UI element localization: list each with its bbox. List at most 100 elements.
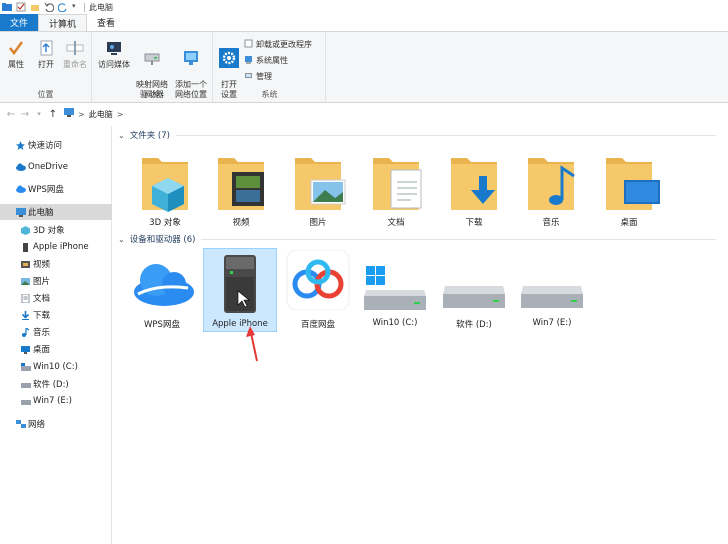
folder-music[interactable]: 音乐	[523, 148, 579, 230]
music-icon	[21, 326, 30, 337]
device-label: WPS网盘	[144, 320, 180, 330]
desktop-folder-icon	[606, 158, 660, 210]
folder-desktop[interactable]: 桌面	[601, 148, 660, 230]
folder-pictures[interactable]: 图片	[290, 148, 346, 230]
nav-item-onedrive[interactable]: OneDrive	[0, 159, 112, 175]
folder-downloads[interactable]: 下载	[446, 148, 502, 230]
nav-label: Win10 (C:)	[33, 362, 78, 372]
folders-header-label: 文件夹 (7)	[129, 131, 170, 141]
new-folder-icon[interactable]	[30, 2, 40, 12]
red-arrow-annotation	[246, 326, 258, 362]
nav-item-this-pc[interactable]: 此电脑	[0, 204, 112, 220]
manage-button[interactable]: 管理	[244, 71, 272, 82]
nav-item-drive-c[interactable]: Win10 (C:)	[0, 359, 112, 375]
devices-header-label: 设备和驱动器 (6)	[129, 235, 196, 245]
nav-label: 下载	[33, 311, 51, 321]
redo-icon[interactable]	[57, 2, 68, 13]
folder-videos[interactable]: 视频	[213, 148, 269, 230]
device-drive-e[interactable]: Win7 (E:)	[515, 262, 589, 332]
uninstall-program-button[interactable]: 卸载或更改程序	[244, 39, 312, 50]
properties-icon[interactable]	[16, 2, 26, 12]
open-button[interactable]: 打开	[34, 38, 58, 70]
devices-section-header[interactable]: ⌄ 设备和驱动器 (6)	[118, 233, 716, 245]
breadcrumb-separator: >	[78, 109, 85, 119]
tab-computer[interactable]: 计算机	[38, 14, 88, 31]
device-label: 软件 (D:)	[456, 320, 492, 330]
nav-item-pictures[interactable]: 图片	[0, 273, 112, 289]
device-baidu-drive[interactable]: 百度网盘	[282, 250, 354, 332]
3d-objects-folder-icon	[142, 158, 188, 212]
system-properties-button[interactable]: 系统属性	[244, 55, 288, 66]
forward-arrow-icon[interactable]: →	[18, 109, 32, 120]
up-arrow-icon[interactable]: ↑	[46, 109, 60, 120]
document-folder-icon	[373, 158, 422, 210]
nav-item-drive-d[interactable]: 软件 (D:)	[0, 376, 112, 392]
drive-icon	[443, 286, 505, 308]
breadcrumb-separator[interactable]: >	[117, 110, 124, 119]
folder-label: 视频	[232, 218, 250, 228]
rename-label: 重命名	[63, 60, 87, 69]
folder-documents[interactable]: 文档	[368, 148, 424, 230]
checkmark-icon	[6, 38, 26, 58]
nav-label: 桌面	[33, 345, 51, 355]
manage-label: 管理	[256, 72, 272, 81]
properties-button[interactable]: 属性	[4, 38, 28, 70]
ribbon-tabs: 文件 计算机 查看	[0, 14, 728, 31]
access-media-button[interactable]: 访问媒体	[96, 38, 132, 70]
ribbon: 属性 打开 重命名 位置 访问媒体 映射网络 驱动器 添加一个 网络位置 网络	[0, 31, 728, 103]
folders-section-header[interactable]: ⌄ 文件夹 (7)	[118, 129, 716, 141]
device-wps-drive[interactable]: WPS网盘	[126, 252, 198, 332]
nav-item-network[interactable]: 网络	[0, 416, 112, 432]
network-group-label: 网络	[144, 90, 161, 99]
cloud-icon	[16, 185, 26, 194]
nav-label: WPS网盘	[28, 185, 64, 195]
breadcrumb[interactable]: 此电脑	[89, 109, 113, 120]
chevron-down-icon: ⌄	[118, 234, 125, 244]
nav-label: 图片	[33, 277, 51, 287]
drive-icon	[521, 286, 583, 308]
cloud-icon	[16, 163, 26, 172]
nav-item-videos[interactable]: 视频	[0, 256, 112, 272]
folder-icon[interactable]	[2, 2, 12, 12]
device-apple-iphone[interactable]: Apple iPhone	[203, 248, 277, 332]
tab-view[interactable]: 查看	[87, 14, 125, 31]
device-label: 百度网盘	[300, 320, 335, 330]
section-divider	[175, 134, 716, 136]
folder-label: 音乐	[542, 218, 560, 228]
folder-3d-objects[interactable]: 3D 对象	[137, 148, 193, 230]
network-icon	[16, 419, 26, 429]
back-arrow-icon[interactable]: ←	[4, 109, 18, 120]
nav-item-music[interactable]: 音乐	[0, 324, 112, 340]
download-folder-icon	[451, 158, 497, 210]
nav-item-documents[interactable]: 文档	[0, 290, 112, 306]
computer-icon	[64, 108, 74, 120]
rename-icon	[65, 38, 85, 58]
device-drive-c[interactable]: Win10 (C:)	[358, 262, 432, 332]
nav-item-3d-objects[interactable]: 3D 对象	[0, 222, 112, 238]
nav-item-wps-drive[interactable]: WPS网盘	[0, 181, 112, 197]
address-bar: ← → ▾ ↑ > 此电脑 >	[0, 104, 728, 124]
nav-item-desktop[interactable]: 桌面	[0, 341, 112, 357]
rename-button[interactable]: 重命名	[60, 38, 90, 70]
drive-icon	[21, 362, 31, 372]
nav-item-downloads[interactable]: 下载	[0, 307, 112, 323]
folder-label: 文档	[387, 218, 405, 228]
open-label: 打开	[38, 60, 54, 69]
nav-item-drive-e[interactable]: Win7 (E:)	[0, 393, 112, 409]
music-folder-icon	[528, 158, 575, 210]
nav-label: Apple iPhone	[33, 242, 89, 252]
device-drive-d[interactable]: 软件 (D:)	[437, 262, 511, 332]
nav-item-quick-access[interactable]: 快速访问	[0, 137, 112, 153]
drive-icon	[21, 397, 31, 406]
program-icon	[244, 39, 253, 50]
undo-icon[interactable]	[44, 2, 55, 13]
video-icon	[21, 260, 30, 269]
tab-file[interactable]: 文件	[0, 14, 39, 31]
gear-icon	[219, 48, 239, 68]
chevron-down-icon[interactable]: ▾	[32, 110, 46, 118]
chevron-down-icon[interactable]: ▾	[72, 2, 78, 12]
folder-label: 桌面	[620, 218, 638, 228]
nav-item-apple-iphone[interactable]: Apple iPhone	[0, 239, 112, 255]
iphone-device-icon	[224, 255, 256, 313]
video-folder-icon	[218, 158, 264, 210]
